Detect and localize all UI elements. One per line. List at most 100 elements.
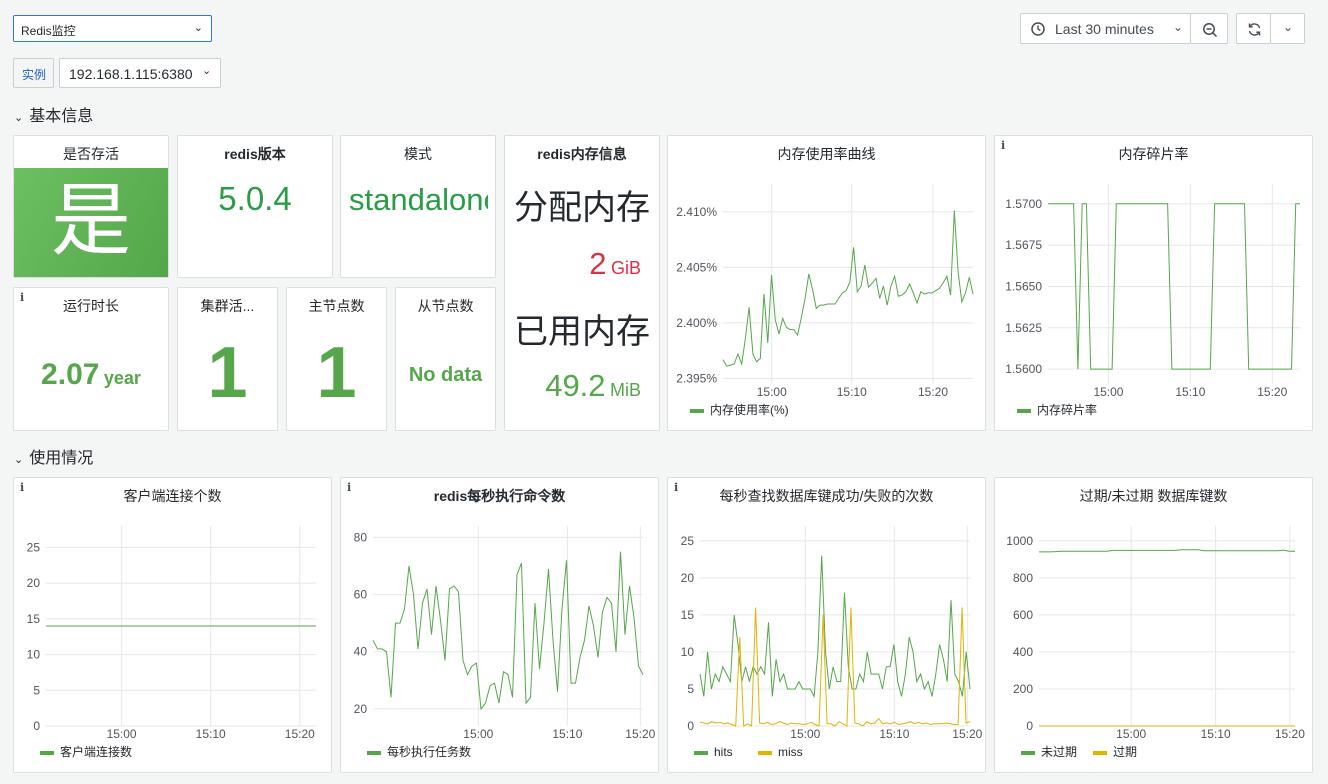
legend-label[interactable]: 过期 — [1113, 745, 1137, 759]
clients-chart: 0 5 10 15 20 25 15:00 15:10 15:20 客户端连接数 — [27, 526, 316, 759]
legend-label[interactable]: 每秒执行任务数 — [387, 744, 471, 759]
instance-select[interactable]: 192.168.1.115:6380 ⌄ — [59, 58, 221, 88]
uptime-value: 2.07 year — [14, 358, 168, 392]
variable-label: 实例 — [13, 58, 54, 88]
chevron-down-icon: ⌄ — [14, 454, 24, 466]
x-tick-label: 15:20 — [285, 727, 315, 741]
legend-swatch — [40, 751, 54, 755]
y-tick-label: 0 — [687, 719, 694, 733]
y-tick-label: 2.405% — [676, 260, 717, 274]
y-tick-label: 60 — [354, 588, 368, 602]
row-usage-toggle[interactable]: ⌄ 使用情况 — [14, 444, 93, 468]
hits-chart: 0 5 10 15 20 25 15:00 15:10 15:20 hits miss — [681, 526, 983, 759]
uptime-unit: year — [103, 368, 141, 388]
legend-swatch — [758, 751, 772, 755]
panel-version[interactable]: redis版本 5.0.4 — [177, 135, 333, 278]
y-tick-label: 5 — [687, 682, 694, 696]
panel-title: 运行时长 — [63, 298, 119, 314]
dashboard-select-label: Redis监控 — [21, 24, 76, 38]
chevron-down-icon: ⌄ — [1173, 20, 1184, 34]
y-tick-label: 2.410% — [676, 205, 717, 219]
y-tick-label: 20 — [27, 576, 41, 590]
instance-select-value: 192.168.1.115:6380 — [69, 66, 193, 82]
y-tick-label: 2.395% — [676, 371, 717, 385]
x-tick-label: 15:00 — [790, 727, 820, 741]
used-memory-value: 49.2 MiB — [545, 368, 641, 404]
refresh-button[interactable] — [1236, 13, 1271, 44]
panel-memory-usage-chart[interactable]: 内存使用率曲线 2.395% 2.400% 2.405% 2.410% 15:00 15:… — [667, 135, 986, 431]
panel-fragmentation-chart[interactable]: i 内存碎片率 1.5600 1.5625 1.5650 1.5675 1.5700 15… — [994, 135, 1313, 431]
y-tick-label: 10 — [27, 648, 41, 662]
x-tick-label: 15:00 — [463, 727, 493, 741]
zoom-out-button[interactable] — [1190, 13, 1228, 44]
dashboard-select[interactable]: Redis监控 ⌄ — [13, 15, 212, 42]
legend-label[interactable]: hits — [714, 745, 733, 759]
used-memory-unit: MiB — [610, 380, 641, 400]
x-tick-label: 15:00 — [107, 727, 137, 741]
y-tick-label: 200 — [1013, 682, 1033, 696]
series-line — [699, 555, 971, 699]
y-tick-label: 10 — [681, 645, 695, 659]
chevron-down-icon: ⌄ — [1283, 20, 1294, 34]
panel-title: redis版本 — [224, 146, 286, 162]
x-tick-label: 15:20 — [952, 727, 982, 741]
panel-masters[interactable]: 主节点数 1 — [286, 287, 387, 431]
y-tick-label: 20 — [681, 571, 695, 585]
x-tick-label: 15:10 — [837, 385, 867, 399]
y-tick-label: 0 — [33, 719, 40, 733]
panel-title: 从节点数 — [417, 298, 474, 314]
panel-title: 主节点数 — [308, 298, 365, 314]
panel-cluster[interactable]: 集群活... 1 — [177, 287, 278, 431]
legend-label[interactable]: miss — [778, 745, 803, 759]
panel-alive[interactable]: 是否存活 是 — [13, 135, 169, 278]
x-tick-label: 15:00 — [1093, 385, 1123, 399]
legend-label[interactable]: 内存碎片率 — [1037, 402, 1097, 417]
y-tick-label: 1.5600 — [1005, 362, 1042, 376]
legend-swatch — [1017, 409, 1031, 413]
used-memory-label: 已用内存 — [514, 313, 650, 351]
panel-mode[interactable]: 模式 standalone — [340, 135, 496, 278]
x-tick-label: 15:10 — [1175, 385, 1205, 399]
chevron-down-icon: ⌄ — [202, 65, 212, 77]
y-tick-label: 2.400% — [676, 316, 717, 330]
legend-label[interactable]: 客户端连接数 — [60, 744, 132, 759]
row-basic-toggle[interactable]: ⌄ 基本信息 — [14, 102, 93, 126]
legend-swatch — [367, 751, 381, 755]
y-tick-label: 15 — [27, 612, 41, 626]
zoom-out-icon — [1203, 23, 1218, 38]
panel-expire-chart[interactable]: 过期/未过期 数据库键数 0 200 400 600 800 1000 15:00 15:10… — [994, 477, 1313, 773]
y-tick-label: 1.5625 — [1005, 321, 1042, 335]
alloc-memory-unit: GiB — [610, 258, 641, 278]
legend-swatch — [694, 751, 708, 755]
time-range-picker[interactable]: Last 30 minutes ⌄ — [1020, 13, 1191, 44]
legend-label[interactable]: 内存使用率(%) — [710, 402, 789, 417]
time-range-label: Last 30 minutes — [1055, 21, 1154, 37]
x-tick-label: 15:20 — [1275, 727, 1305, 741]
mode-value: standalone — [349, 182, 488, 217]
legend-swatch — [1093, 751, 1107, 755]
x-tick-label: 15:10 — [1201, 727, 1231, 741]
panel-clients-chart[interactable]: i 客户端连接个数 0 5 10 15 20 25 15:00 15:10 15:20 客户端连接… — [13, 477, 332, 773]
panel-memory-info[interactable]: redis内存信息 分配内存 2 GiB 已用内存 49.2 MiB — [504, 135, 660, 431]
legend-label[interactable]: 未过期 — [1041, 745, 1077, 759]
panel-uptime[interactable]: i 运行时长 2.07 year — [13, 287, 169, 431]
panel-hits-chart[interactable]: i 每秒查找数据库键成功/失败的次数 0 5 10 15 20 25 15:00 15:10 1… — [667, 477, 986, 773]
x-tick-label: 15:20 — [1257, 385, 1287, 399]
x-tick-label: 15:20 — [918, 385, 948, 399]
cluster-value: 1 — [207, 333, 248, 413]
y-tick-label: 400 — [1013, 645, 1033, 659]
y-tick-label: 40 — [354, 645, 368, 659]
y-tick-label: 0 — [1026, 719, 1033, 733]
row-usage-title: 使用情况 — [29, 450, 94, 467]
ops-chart: 20 40 60 80 15:00 15:10 15:20 每秒执行任务数 — [354, 526, 656, 759]
x-tick-label: 15:10 — [196, 727, 226, 741]
panel-slaves[interactable]: 从节点数 No data — [395, 287, 496, 431]
alloc-memory-value: 2 GiB — [589, 246, 641, 282]
legend-swatch — [690, 409, 704, 413]
fragmentation-chart: 1.5600 1.5625 1.5650 1.5675 1.5700 15:00 15:10… — [1005, 184, 1300, 417]
y-tick-label: 1.5675 — [1005, 238, 1042, 252]
row-basic-title: 基本信息 — [29, 108, 94, 125]
panel-ops-chart[interactable]: i redis每秒执行命令数 20 40 60 80 15:00 15:10 15:20 每秒… — [340, 477, 659, 773]
refresh-interval-button[interactable]: ⌄ — [1270, 13, 1305, 44]
memory-usage-chart: 2.395% 2.400% 2.405% 2.410% 15:00 15:10 15:20 内… — [676, 184, 974, 417]
